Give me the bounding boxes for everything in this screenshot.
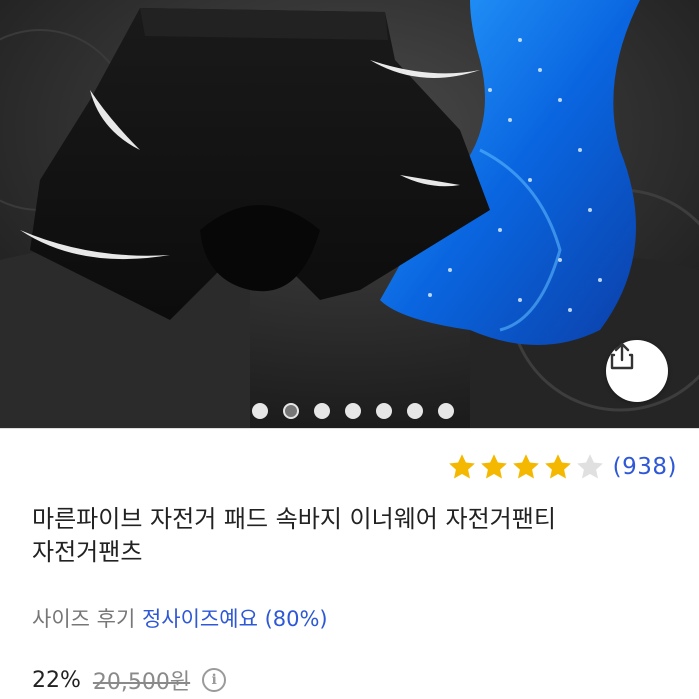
star-rating (447, 452, 605, 482)
share-icon (610, 342, 634, 370)
product-photo (0, 0, 699, 428)
review-count[interactable]: (938) (613, 454, 677, 480)
size-review-value[interactable]: 정사이즈예요 (80%) (142, 607, 328, 631)
star-empty-icon (576, 454, 603, 479)
star-filled-icon (512, 454, 539, 479)
price-row: 22% 20,500원 i (32, 664, 227, 696)
size-review[interactable]: 사이즈 후기 정사이즈예요 (80%) (32, 603, 328, 633)
carousel-dot[interactable] (345, 403, 361, 419)
divider (0, 428, 699, 429)
star-filled-icon (544, 454, 571, 479)
carousel-dot[interactable] (314, 403, 330, 419)
rating-summary[interactable]: (938) (447, 452, 677, 482)
product-image-carousel[interactable] (0, 0, 699, 428)
discount-rate: 22% (32, 667, 81, 693)
size-review-label: 사이즈 후기 (32, 607, 136, 631)
product-title: 마른파이브 자전거 패드 속바지 이너웨어 자전거팬티 자전거팬츠 (32, 505, 556, 566)
share-button[interactable] (606, 340, 668, 402)
carousel-dot-active[interactable] (283, 403, 299, 419)
carousel-dot[interactable] (407, 403, 423, 419)
info-icon[interactable]: i (202, 668, 227, 692)
carousel-dot[interactable] (438, 403, 454, 419)
star-filled-icon (448, 454, 475, 479)
carousel-indicator (252, 403, 454, 419)
star-filled-icon (480, 454, 507, 479)
original-price: 20,500원 (92, 670, 191, 695)
carousel-dot[interactable] (252, 403, 268, 419)
carousel-dot[interactable] (376, 403, 392, 419)
